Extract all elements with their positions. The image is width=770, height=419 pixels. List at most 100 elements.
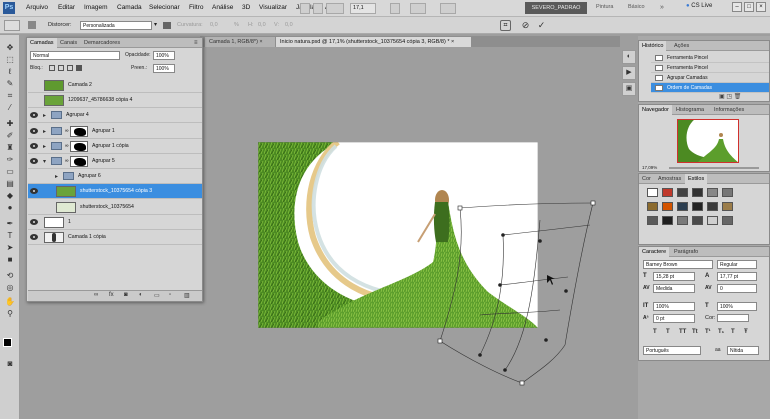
style-swatch[interactable] (707, 216, 718, 225)
layer-mask-thumbnail[interactable] (70, 125, 88, 137)
mask-icon[interactable]: ◙ (124, 292, 128, 298)
style-swatch[interactable] (662, 188, 673, 197)
layer-row[interactable]: 1209637_45786638 cópia 4 (28, 93, 202, 109)
menu-visualizar[interactable]: Visualizar (259, 4, 287, 11)
tab-estilos[interactable]: Estilos (685, 174, 708, 184)
mini-bridge-icon[interactable] (313, 3, 323, 14)
pen-tool-icon[interactable]: ✒ (4, 219, 16, 229)
menu-arquivo[interactable]: Arquivo (26, 4, 48, 11)
menu-filtro[interactable]: Filtro (189, 4, 203, 11)
tab-camadas[interactable]: Camadas (27, 38, 57, 48)
layer-thumbnail[interactable] (56, 186, 76, 198)
font-style-select[interactable]: Regular (717, 260, 757, 269)
warp-mode-icon[interactable]: ⌗ (500, 20, 511, 31)
style-swatch[interactable] (707, 188, 718, 197)
distort-select[interactable]: Personalizada (80, 21, 152, 30)
menu-analise[interactable]: Análise (212, 4, 233, 11)
dodge-tool-icon[interactable]: ● (4, 203, 16, 213)
style-swatch[interactable] (677, 216, 688, 225)
hand-tool-icon[interactable]: ✋ (4, 297, 16, 307)
glyph-style-button[interactable]: Ŧ (744, 329, 748, 335)
layer-row[interactable]: ▸ Agrupar 4 (28, 108, 202, 124)
tab-acoes[interactable]: Ações (671, 41, 692, 51)
workspace-active-button[interactable]: SEVERO_PADRAO (525, 2, 587, 14)
menu-3d[interactable]: 3D (242, 4, 250, 11)
extras-icon[interactable] (326, 3, 344, 14)
style-swatch[interactable] (647, 188, 658, 197)
style-swatch[interactable] (722, 202, 733, 211)
expand-right-icon[interactable]: ▸ (43, 143, 46, 150)
v-value[interactable]: 0,0 (285, 22, 293, 28)
glyph-style-button[interactable]: T¹ (705, 329, 711, 335)
workspace-basico-button[interactable]: Básico (628, 4, 645, 10)
menu-imagem[interactable]: Imagem (84, 4, 107, 11)
layer-row[interactable]: ▾ ∞ Agrupar 5 (28, 154, 202, 169)
blur-tool-icon[interactable]: ◆ (4, 191, 16, 201)
layer-mask-thumbnail[interactable] (70, 156, 88, 167)
tab-historico[interactable]: Histórico (639, 41, 667, 51)
bridge-icon[interactable] (300, 3, 310, 14)
workspace-more-icon[interactable]: » (660, 4, 664, 11)
navigator-zoom-value[interactable]: 17,09% (642, 165, 657, 170)
warp-mesh[interactable] (400, 195, 610, 390)
chain-link-icon[interactable]: ∞ (65, 143, 69, 149)
glyph-style-button[interactable]: T₁ (718, 329, 724, 335)
style-swatch[interactable] (692, 216, 703, 225)
menu-camada[interactable]: Camada (117, 4, 142, 11)
menu-selecionar[interactable]: Selecionar (149, 4, 180, 11)
maximize-icon[interactable]: □ (744, 2, 754, 12)
minimize-icon[interactable]: – (732, 2, 742, 12)
menu-editar[interactable]: Editar (58, 4, 75, 11)
side-layers-icon[interactable]: ▣ (622, 82, 636, 96)
glyph-style-button[interactable]: T (666, 329, 670, 335)
history-item[interactable]: Ferramenta Pincel (651, 53, 769, 63)
snapshot-icon[interactable]: ▣ (719, 94, 725, 100)
kerning-input[interactable]: Medida (653, 284, 695, 293)
side-history-icon[interactable]: ◐ (622, 50, 636, 64)
layer-row[interactable]: ▸ ∞ Agrupar 1 (28, 123, 202, 139)
visibility-off-box[interactable] (30, 81, 38, 89)
visibility-off-box[interactable] (30, 96, 38, 104)
curvature-value[interactable]: 0,0 (210, 22, 218, 28)
new-layer-icon[interactable]: ▫ (169, 292, 171, 298)
reference-point-icon[interactable] (28, 21, 36, 29)
font-size-input[interactable]: 15,28 pt (653, 272, 695, 281)
history-item[interactable]: Agrupar Camadas (651, 73, 769, 83)
eyedropper-tool-icon[interactable]: ⁄ (4, 103, 16, 113)
eraser-tool-icon[interactable]: ▭ (4, 167, 16, 177)
tab-inicio-natura[interactable]: Inicio natura.psd @ 17,1% (shutterstock_… (276, 37, 471, 47)
layer-mask-thumbnail[interactable] (70, 140, 88, 152)
side-actions-icon[interactable]: ▶ (622, 66, 636, 80)
stamp-tool-icon[interactable]: ♜ (4, 143, 16, 153)
glyph-style-button[interactable]: TT (679, 329, 686, 335)
style-swatch[interactable] (662, 216, 673, 225)
baseline-input[interactable]: 0 pt (653, 314, 695, 323)
healing-tool-icon[interactable]: ✚ (4, 119, 16, 129)
style-swatch[interactable] (677, 188, 688, 197)
font-family-select[interactable]: Barney Brown (643, 260, 713, 269)
fill-input[interactable]: 100% (153, 64, 175, 73)
visibility-eye-icon[interactable] (30, 142, 38, 149)
expand-right-icon[interactable]: ▸ (55, 173, 58, 180)
shape-tool-icon[interactable]: ■ (4, 255, 16, 265)
arrange-icon[interactable] (410, 3, 426, 14)
glyph-style-button[interactable]: T (653, 329, 657, 335)
cancel-transform-icon[interactable]: ⊘ (520, 20, 531, 31)
visibility-eye-icon[interactable] (30, 218, 38, 225)
layer-row[interactable]: shutterstock_10375654 cópia 3 (28, 184, 202, 200)
style-swatch[interactable] (692, 188, 703, 197)
tab-cor[interactable]: Cor (639, 174, 654, 184)
lock-pixels-icon[interactable] (58, 65, 64, 71)
tab-caractere[interactable]: Caractere (639, 247, 670, 257)
expand-right-icon[interactable]: ▸ (43, 128, 46, 135)
brush-tool-icon[interactable]: ✐ (4, 131, 16, 141)
navigator-thumbnail[interactable] (677, 119, 739, 163)
layer-thumbnail[interactable] (44, 80, 64, 91)
close-window-icon[interactable]: × (756, 2, 766, 12)
expand-right-icon[interactable]: ▸ (43, 112, 46, 119)
visibility-off-box[interactable] (30, 203, 38, 211)
link-icon[interactable]: ∞ (94, 292, 98, 298)
commit-transform-icon[interactable]: ✓ (536, 20, 547, 31)
layer-row[interactable]: ▸ Agrupar 6 (28, 169, 202, 185)
foreground-color-swatch[interactable] (3, 338, 12, 347)
